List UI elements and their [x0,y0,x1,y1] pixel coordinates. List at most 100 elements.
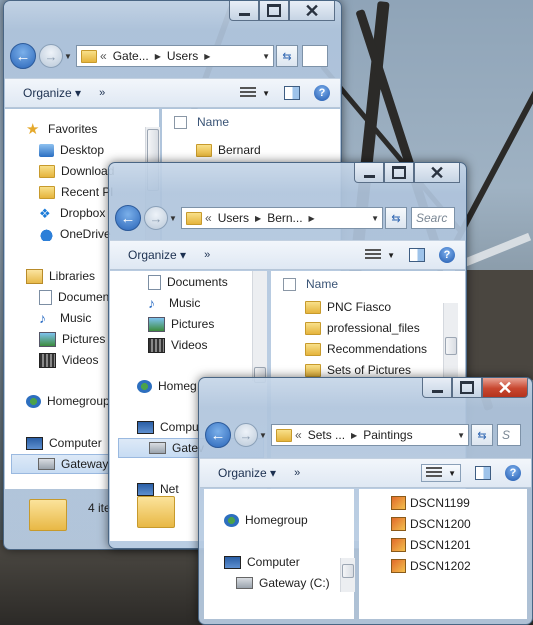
minimize-button[interactable] [354,163,384,183]
nav-computer[interactable]: Computer [26,433,102,453]
nav-downloads[interactable]: Download [39,161,114,181]
organize-menu[interactable]: Organize ▾ [218,466,276,480]
address-dropdown-icon[interactable]: ▼ [259,52,273,61]
more-commands-button[interactable]: » [204,249,210,261]
address-segment[interactable]: Bern... [264,211,305,225]
file-row[interactable]: Bernard [196,140,261,160]
maximize-button[interactable] [384,163,414,183]
nav-music[interactable]: ♪ Music [39,308,91,328]
nav-pictures[interactable]: Pictures [148,314,214,334]
nav-libraries[interactable]: Libraries [26,266,95,286]
address-segment[interactable]: Sets ... [305,428,348,442]
nav-computer[interactable]: Computer [224,552,300,572]
nav-videos[interactable]: Videos [148,335,207,355]
nav-onedrive[interactable]: OneDrive [39,224,111,244]
file-row[interactable]: professional_files [305,318,420,338]
nav-dropbox[interactable]: ❖ Dropbox [39,203,105,223]
forward-button[interactable]: → [39,44,63,68]
help-button[interactable]: ? [505,465,521,481]
more-commands-button[interactable]: » [294,467,300,479]
preview-pane-button[interactable] [409,248,425,262]
nav-music[interactable]: ♪ Music [148,293,200,313]
change-view-button[interactable]: ▼ [365,249,395,261]
maximize-button[interactable] [452,378,482,398]
address-separator-icon[interactable]: ▶ [306,214,318,223]
address-separator-icon[interactable]: ▶ [348,431,360,440]
help-button[interactable]: ? [314,85,330,101]
file-row[interactable]: DSCN1201 [391,535,471,555]
address-overflow-chevron[interactable]: « [97,49,110,63]
address-overflow-chevron[interactable]: « [292,428,305,442]
explorer-window-paintings[interactable]: ✕ ← → ▼ « Sets ... ▶ Paintings ▼ ⇆ S Org… [198,377,533,625]
scrollbar-thumb[interactable] [445,337,457,355]
nav-homegroup[interactable]: Homegroup [26,391,110,411]
forward-button[interactable]: → [234,423,258,447]
address-bar[interactable]: « Gate... ▶ Users ▶ ▼ [76,45,274,67]
search-box[interactable]: Searc [411,207,455,229]
change-view-button[interactable]: ▼ [240,87,270,99]
file-list-scrollbar[interactable] [443,303,458,383]
address-segment[interactable]: Paintings [360,428,415,442]
column-header-name[interactable]: Name [162,111,340,133]
search-box[interactable] [302,45,328,67]
select-all-checkbox[interactable] [174,115,187,129]
search-box[interactable]: S [497,424,521,446]
address-separator-icon[interactable]: ▶ [152,52,164,61]
minimize-button[interactable] [229,1,259,21]
refresh-button[interactable]: ⇆ [385,207,407,229]
refresh-button[interactable]: ⇆ [276,45,298,67]
navigation-scrollbar[interactable] [340,558,355,592]
recent-pages-dropdown[interactable]: ▼ [63,52,73,61]
back-button[interactable]: ← [115,205,141,231]
refresh-button[interactable]: ⇆ [471,424,493,446]
address-segment[interactable]: Users [215,211,252,225]
select-all-checkbox[interactable] [283,277,296,291]
file-row[interactable]: PNC Fiasco [305,297,391,317]
minimize-button[interactable] [422,378,452,398]
file-row[interactable]: DSCN1200 [391,514,471,534]
organize-menu[interactable]: Organize ▾ [128,248,186,262]
address-separator-icon[interactable]: ▶ [201,52,213,61]
more-commands-button[interactable]: » [99,87,105,99]
address-segment[interactable]: Gate... [110,49,152,63]
close-button[interactable]: ✕ [482,378,528,398]
navigation-pane[interactable]: Homegroup Computer Gateway (C:) [204,489,354,619]
nav-videos[interactable]: Videos [39,350,98,370]
recent-pages-dropdown[interactable]: ▼ [258,431,268,440]
forward-button[interactable]: → [144,206,168,230]
address-dropdown-icon[interactable]: ▼ [368,214,382,223]
nav-documents[interactable]: Documents [148,272,228,292]
address-bar[interactable]: « Users ▶ Bern... ▶ ▼ [181,207,383,229]
nav-computer[interactable]: Compu [137,417,199,437]
address-dropdown-icon[interactable]: ▼ [454,431,468,440]
preview-pane-button[interactable] [284,86,300,100]
preview-pane-button[interactable] [475,466,491,480]
organize-menu[interactable]: Organize ▾ [23,86,81,100]
navigation-scrollbar[interactable] [252,271,267,383]
file-row[interactable]: Recommendations [305,339,427,359]
nav-favorites[interactable]: ★ Favorites [26,119,97,139]
close-button[interactable]: ✕ [289,1,335,21]
file-row[interactable]: DSCN1199 [391,493,470,513]
column-header-name[interactable]: Name [271,273,465,295]
nav-pictures[interactable]: Pictures [39,329,105,349]
help-button[interactable]: ? [439,247,455,263]
nav-drive-c[interactable]: Gateway (C:) [236,573,330,593]
file-list[interactable]: DSCN1199 DSCN1200 DSCN1201 DSCN1202 [359,489,527,619]
nav-desktop[interactable]: Desktop [39,140,104,160]
nav-recent-places[interactable]: Recent Pl [39,182,113,202]
close-button[interactable]: ✕ [414,163,460,183]
file-row[interactable]: DSCN1202 [391,556,471,576]
change-view-button[interactable]: ▼ [421,464,461,482]
scrollbar-thumb[interactable] [342,564,354,578]
recent-pages-dropdown[interactable]: ▼ [168,214,178,223]
address-segment[interactable]: Users [164,49,201,63]
back-button[interactable]: ← [205,422,231,448]
maximize-button[interactable] [259,1,289,21]
nav-documents[interactable]: Documen [39,287,109,307]
back-button[interactable]: ← [10,43,36,69]
address-overflow-chevron[interactable]: « [202,211,215,225]
nav-homegroup[interactable]: Homeg [137,376,197,396]
nav-homegroup[interactable]: Homegroup [224,510,308,530]
address-separator-icon[interactable]: ▶ [252,214,264,223]
